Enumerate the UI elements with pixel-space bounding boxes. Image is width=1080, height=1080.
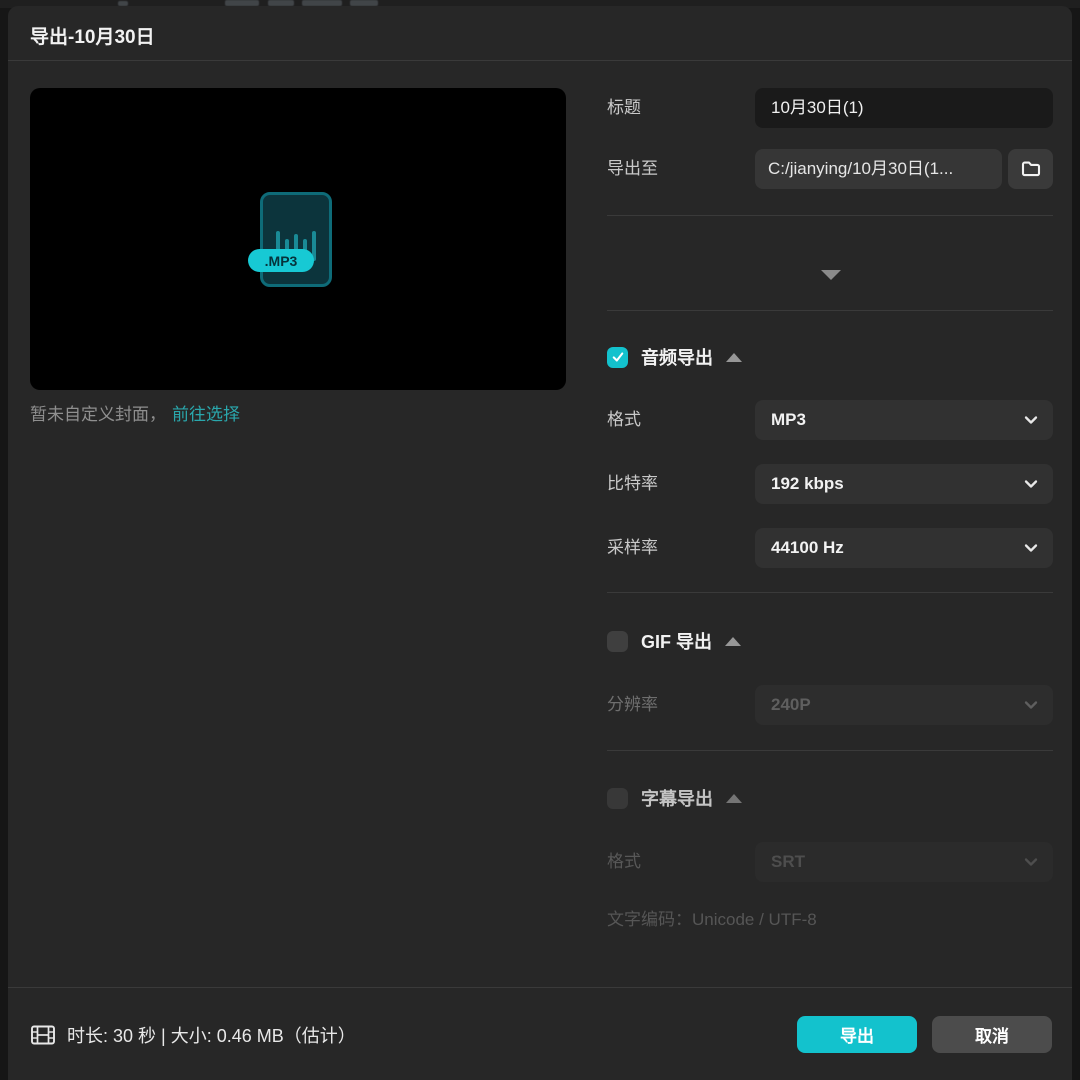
subtitle-format-dropdown: SRT <box>755 842 1053 882</box>
samplerate-value: 44100 Hz <box>771 538 844 557</box>
cancel-button[interactable]: 取消 <box>932 1016 1052 1053</box>
choose-cover-link[interactable]: 前往选择 <box>172 405 240 424</box>
audio-export-title: 音频导出 <box>641 348 713 368</box>
resolution-dropdown: 240P <box>755 685 1053 725</box>
export-path-label: 导出至 <box>607 159 658 178</box>
folder-icon <box>1021 161 1040 177</box>
export-button[interactable]: 导出 <box>797 1016 917 1053</box>
encoding-label: 文字编码： <box>607 910 692 929</box>
export-path-input[interactable]: C:/jianying/10月30日(1... <box>755 149 1002 189</box>
samplerate-label: 采样率 <box>607 538 658 557</box>
titlebar-divider <box>8 60 1072 61</box>
footer-divider <box>8 987 1072 988</box>
section-divider <box>607 592 1053 593</box>
dialog-title: 导出-10月30日 <box>30 27 155 48</box>
subtitle-format-value: SRT <box>771 852 805 871</box>
export-dialog: 导出-10月30日 .MP3 暂未自定义封面， 前往选择 标题 10月30日(1)… <box>8 6 1072 1080</box>
check-icon <box>612 352 623 362</box>
bitrate-row: 比特率 192 kbps <box>607 464 1053 504</box>
chevron-down-icon <box>1024 480 1038 488</box>
gif-export-title: GIF 导出 <box>641 632 712 652</box>
chevron-down-icon <box>1024 544 1038 552</box>
cover-preview: .MP3 <box>30 88 566 390</box>
audio-format-row: 格式 MP3 <box>607 400 1053 440</box>
bitrate-dropdown[interactable]: 192 kbps <box>755 464 1053 504</box>
duration-size-text: 时长: 30 秒 | 大小: 0.46 MB（估计） <box>67 1026 356 1046</box>
subtitle-format-row: 格式 SRT <box>607 842 1053 882</box>
cover-caption-row: 暂未自定义封面， 前往选择 <box>30 400 240 425</box>
format-label: 格式 <box>607 410 641 429</box>
bitrate-value: 192 kbps <box>771 474 844 493</box>
encoding-value: Unicode / UTF-8 <box>692 910 817 929</box>
section-divider <box>607 215 1053 216</box>
samplerate-dropdown[interactable]: 44100 Hz <box>755 528 1053 568</box>
subtitle-export-header: 字幕导出 <box>607 787 742 809</box>
bitrate-label: 比特率 <box>607 474 658 493</box>
resolution-row: 分辨率 240P <box>607 685 1053 725</box>
samplerate-row: 采样率 44100 Hz <box>607 528 1053 568</box>
file-type-badge: .MP3 <box>248 249 314 272</box>
title-row: 标题 10月30日(1) <box>607 88 1053 128</box>
resolution-value: 240P <box>771 695 811 714</box>
export-path-row: 导出至 C:/jianying/10月30日(1... <box>607 149 1053 189</box>
chevron-down-icon <box>1024 416 1038 424</box>
gif-export-header: GIF 导出 <box>607 630 741 652</box>
collapse-up-icon[interactable] <box>726 352 742 362</box>
audio-export-checkbox[interactable] <box>607 346 628 368</box>
title-input[interactable]: 10月30日(1) <box>755 88 1053 128</box>
gif-export-checkbox[interactable] <box>607 630 628 652</box>
collapse-up-icon[interactable] <box>726 793 742 803</box>
format-value: MP3 <box>771 410 806 429</box>
section-divider <box>607 310 1053 311</box>
section-divider <box>607 750 1053 751</box>
title-label: 标题 <box>607 98 641 117</box>
encoding-row: 文字编码：Unicode / UTF-8 <box>607 900 817 940</box>
format-dropdown[interactable]: MP3 <box>755 400 1053 440</box>
browse-folder-button[interactable] <box>1008 149 1053 189</box>
chevron-down-icon <box>1024 858 1038 866</box>
footer-info: 时长: 30 秒 | 大小: 0.46 MB（估计） <box>30 1014 356 1056</box>
chevron-down-icon <box>1024 701 1038 709</box>
subtitle-format-label: 格式 <box>607 852 641 871</box>
expand-more-chevron-icon[interactable] <box>821 270 841 280</box>
cover-caption: 暂未自定义封面， <box>30 405 166 424</box>
subtitle-export-checkbox[interactable] <box>607 787 628 809</box>
resolution-label: 分辨率 <box>607 695 658 714</box>
audio-export-header: 音频导出 <box>607 346 742 368</box>
collapse-up-icon[interactable] <box>725 636 741 646</box>
mp3-file-icon: .MP3 <box>248 192 332 287</box>
subtitle-export-title: 字幕导出 <box>641 789 713 809</box>
film-icon <box>31 1025 55 1045</box>
